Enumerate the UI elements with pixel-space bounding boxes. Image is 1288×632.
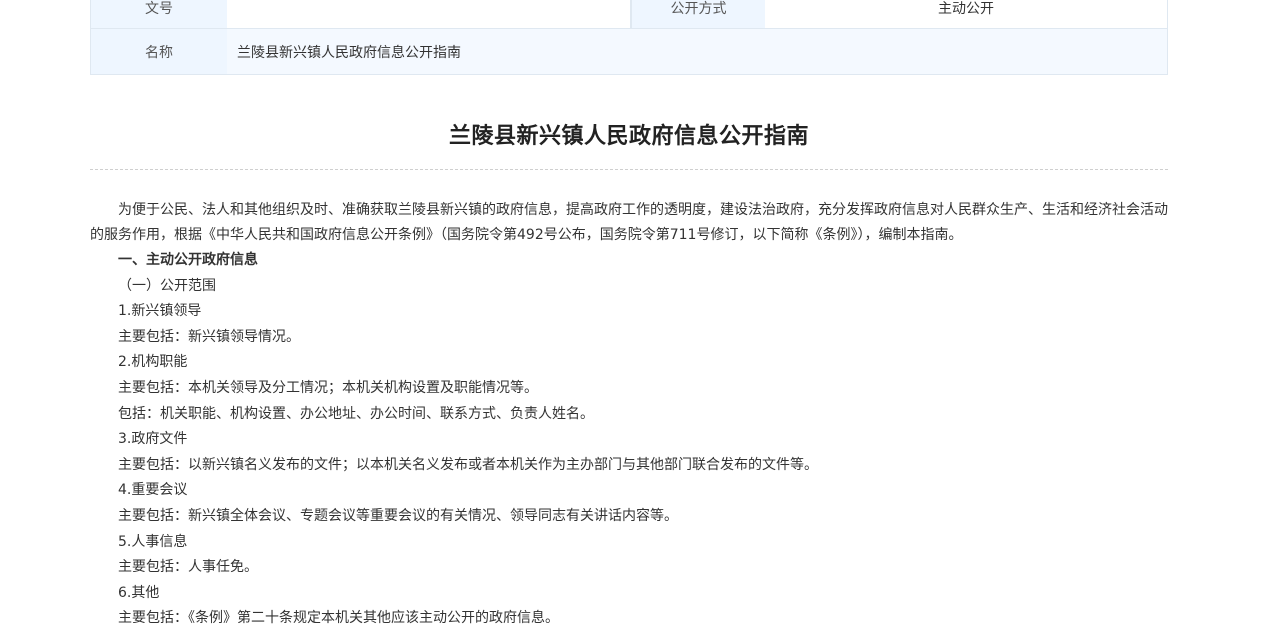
item-text: 主要包括：以新兴镇名义发布的文件；以本机关名义发布或者本机关作为主办部门与其他部…: [118, 456, 818, 473]
publish-mode-value: 主动公开: [765, 0, 1167, 28]
item-heading: 3.政府文件: [118, 431, 188, 448]
item-heading: 1.新兴镇领导: [118, 303, 202, 320]
meta-row-docno: 文号 公开方式 主动公开: [91, 0, 1167, 29]
title-divider: [90, 169, 1168, 170]
intro-paragraph: 为便于公民、法人和其他组织及时、准确获取兰陵县新兴镇的政府信息，提高政府工作的透…: [90, 202, 1168, 243]
doc-no-label: 文号: [145, 0, 173, 17]
item-text: 主要包括：新兴镇全体会议、专题会议等重要会议的有关情况、领导同志有关讲话内容等。: [118, 507, 678, 524]
item-text: 主要包括：本机关领导及分工情况；本机关机构设置及职能情况等。: [118, 379, 538, 396]
article-title: 兰陵县新兴镇人民政府信息公开指南: [448, 124, 809, 149]
item-heading: 2.机构职能: [118, 354, 188, 371]
document-meta-table: 文号 公开方式 主动公开 名称 兰陵县新兴镇人民政府信息公开指南: [90, 0, 1168, 75]
item-heading: 6.其他: [118, 584, 160, 601]
item-text: 主要包括：《条例》第二十条规定本机关其他应该主动公开的政府信息。: [118, 610, 559, 627]
item-text: 包括：机关职能、机构设置、办公地址、办公时间、联系方式、负责人姓名。: [118, 405, 594, 422]
article-body: 为便于公民、法人和其他组织及时、准确获取兰陵县新兴镇的政府信息，提高政府工作的透…: [90, 198, 1170, 632]
item-heading: 5.人事信息: [118, 533, 188, 550]
subsection-heading: （一）公开范围: [118, 277, 216, 294]
item-text: 主要包括：人事任免。: [118, 559, 258, 576]
item-text: 主要包括：新兴镇领导情况。: [118, 328, 300, 345]
item-heading: 4.重要会议: [118, 482, 188, 499]
publish-mode-label: 公开方式: [631, 0, 765, 28]
name-label: 名称: [145, 44, 173, 61]
meta-row-name: 名称 兰陵县新兴镇人民政府信息公开指南: [91, 29, 1167, 74]
section-heading: 一、主动公开政府信息: [118, 252, 258, 268]
name-value: 兰陵县新兴镇人民政府信息公开指南: [227, 29, 1167, 74]
doc-no-value: [227, 0, 631, 28]
